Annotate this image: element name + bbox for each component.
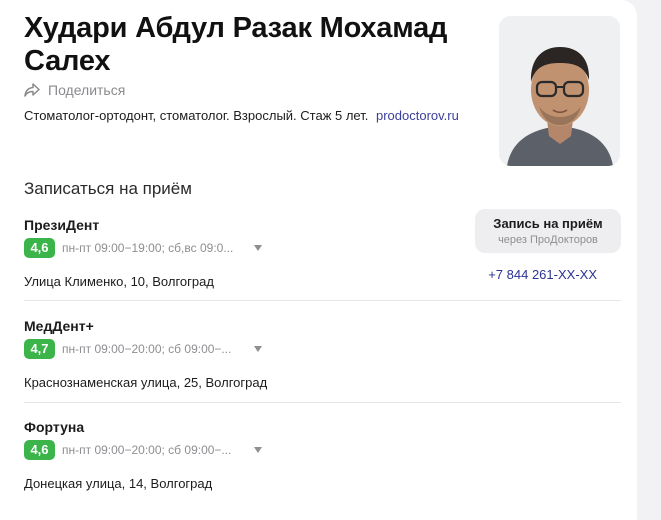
- doctor-card: Худари Абдул Разак Мохамад Салех Поделит…: [0, 0, 637, 520]
- clinic-item: МедДент+ 4,7 пн-пт 09:00−20:00; сб 09:00…: [24, 317, 621, 392]
- doctor-avatar-illustration: [499, 16, 620, 166]
- working-hours: пн-пт 09:00−20:00; сб 09:00−...: [62, 443, 232, 457]
- chevron-down-icon: [254, 245, 262, 251]
- clinic-info-row: 4,6 пн-пт 09:00−19:00; сб,вс 09:0...: [24, 238, 621, 258]
- share-label: Поделиться: [48, 82, 126, 98]
- doctor-photo: [499, 16, 620, 166]
- hours-expand-toggle[interactable]: [254, 447, 262, 453]
- clinic-address: Донецкая улица, 14, Волгоград: [24, 476, 213, 491]
- divider: [24, 300, 621, 301]
- divider: [24, 402, 621, 403]
- clinic-address: Краснознаменская улица, 25, Волгоград: [24, 375, 268, 390]
- clinic-name[interactable]: ПрезиДент: [24, 216, 621, 234]
- section-title: Записаться на приём: [24, 179, 192, 198]
- chevron-down-icon: [254, 346, 262, 352]
- rating-badge: 4,6: [24, 440, 55, 460]
- rating-badge: 4,6: [24, 238, 55, 258]
- hours-expand-toggle[interactable]: [254, 346, 262, 352]
- clinic-item: Фортуна 4,6 пн-пт 09:00−20:00; сб 09:00−…: [24, 418, 621, 493]
- doctor-description: Стоматолог-ортодонт, стоматолог. Взрослы…: [24, 108, 459, 123]
- working-hours: пн-пт 09:00−20:00; сб 09:00−...: [62, 342, 232, 356]
- chevron-down-icon: [254, 447, 262, 453]
- rating-badge: 4,7: [24, 339, 55, 359]
- specialty-text: Стоматолог-ортодонт, стоматолог. Взрослы…: [24, 108, 369, 123]
- source-link[interactable]: prodoctorov.ru: [376, 108, 459, 123]
- share-button[interactable]: Поделиться: [24, 81, 125, 99]
- doctor-name: Худари Абдул Разак Мохамад Салех: [24, 12, 448, 77]
- working-hours: пн-пт 09:00−19:00; сб,вс 09:0...: [62, 241, 234, 255]
- clinic-address: Улица Клименко, 10, Волгоград: [24, 274, 214, 289]
- clinic-name[interactable]: МедДент+: [24, 317, 621, 335]
- clinic-item: ПрезиДент 4,6 пн-пт 09:00−19:00; сб,вс 0…: [24, 216, 621, 291]
- clinic-name[interactable]: Фортуна: [24, 418, 621, 436]
- hours-expand-toggle[interactable]: [254, 245, 262, 251]
- clinic-info-row: 4,6 пн-пт 09:00−20:00; сб 09:00−...: [24, 440, 621, 460]
- share-arrow-icon: [24, 83, 40, 97]
- clinic-info-row: 4,7 пн-пт 09:00−20:00; сб 09:00−...: [24, 339, 621, 359]
